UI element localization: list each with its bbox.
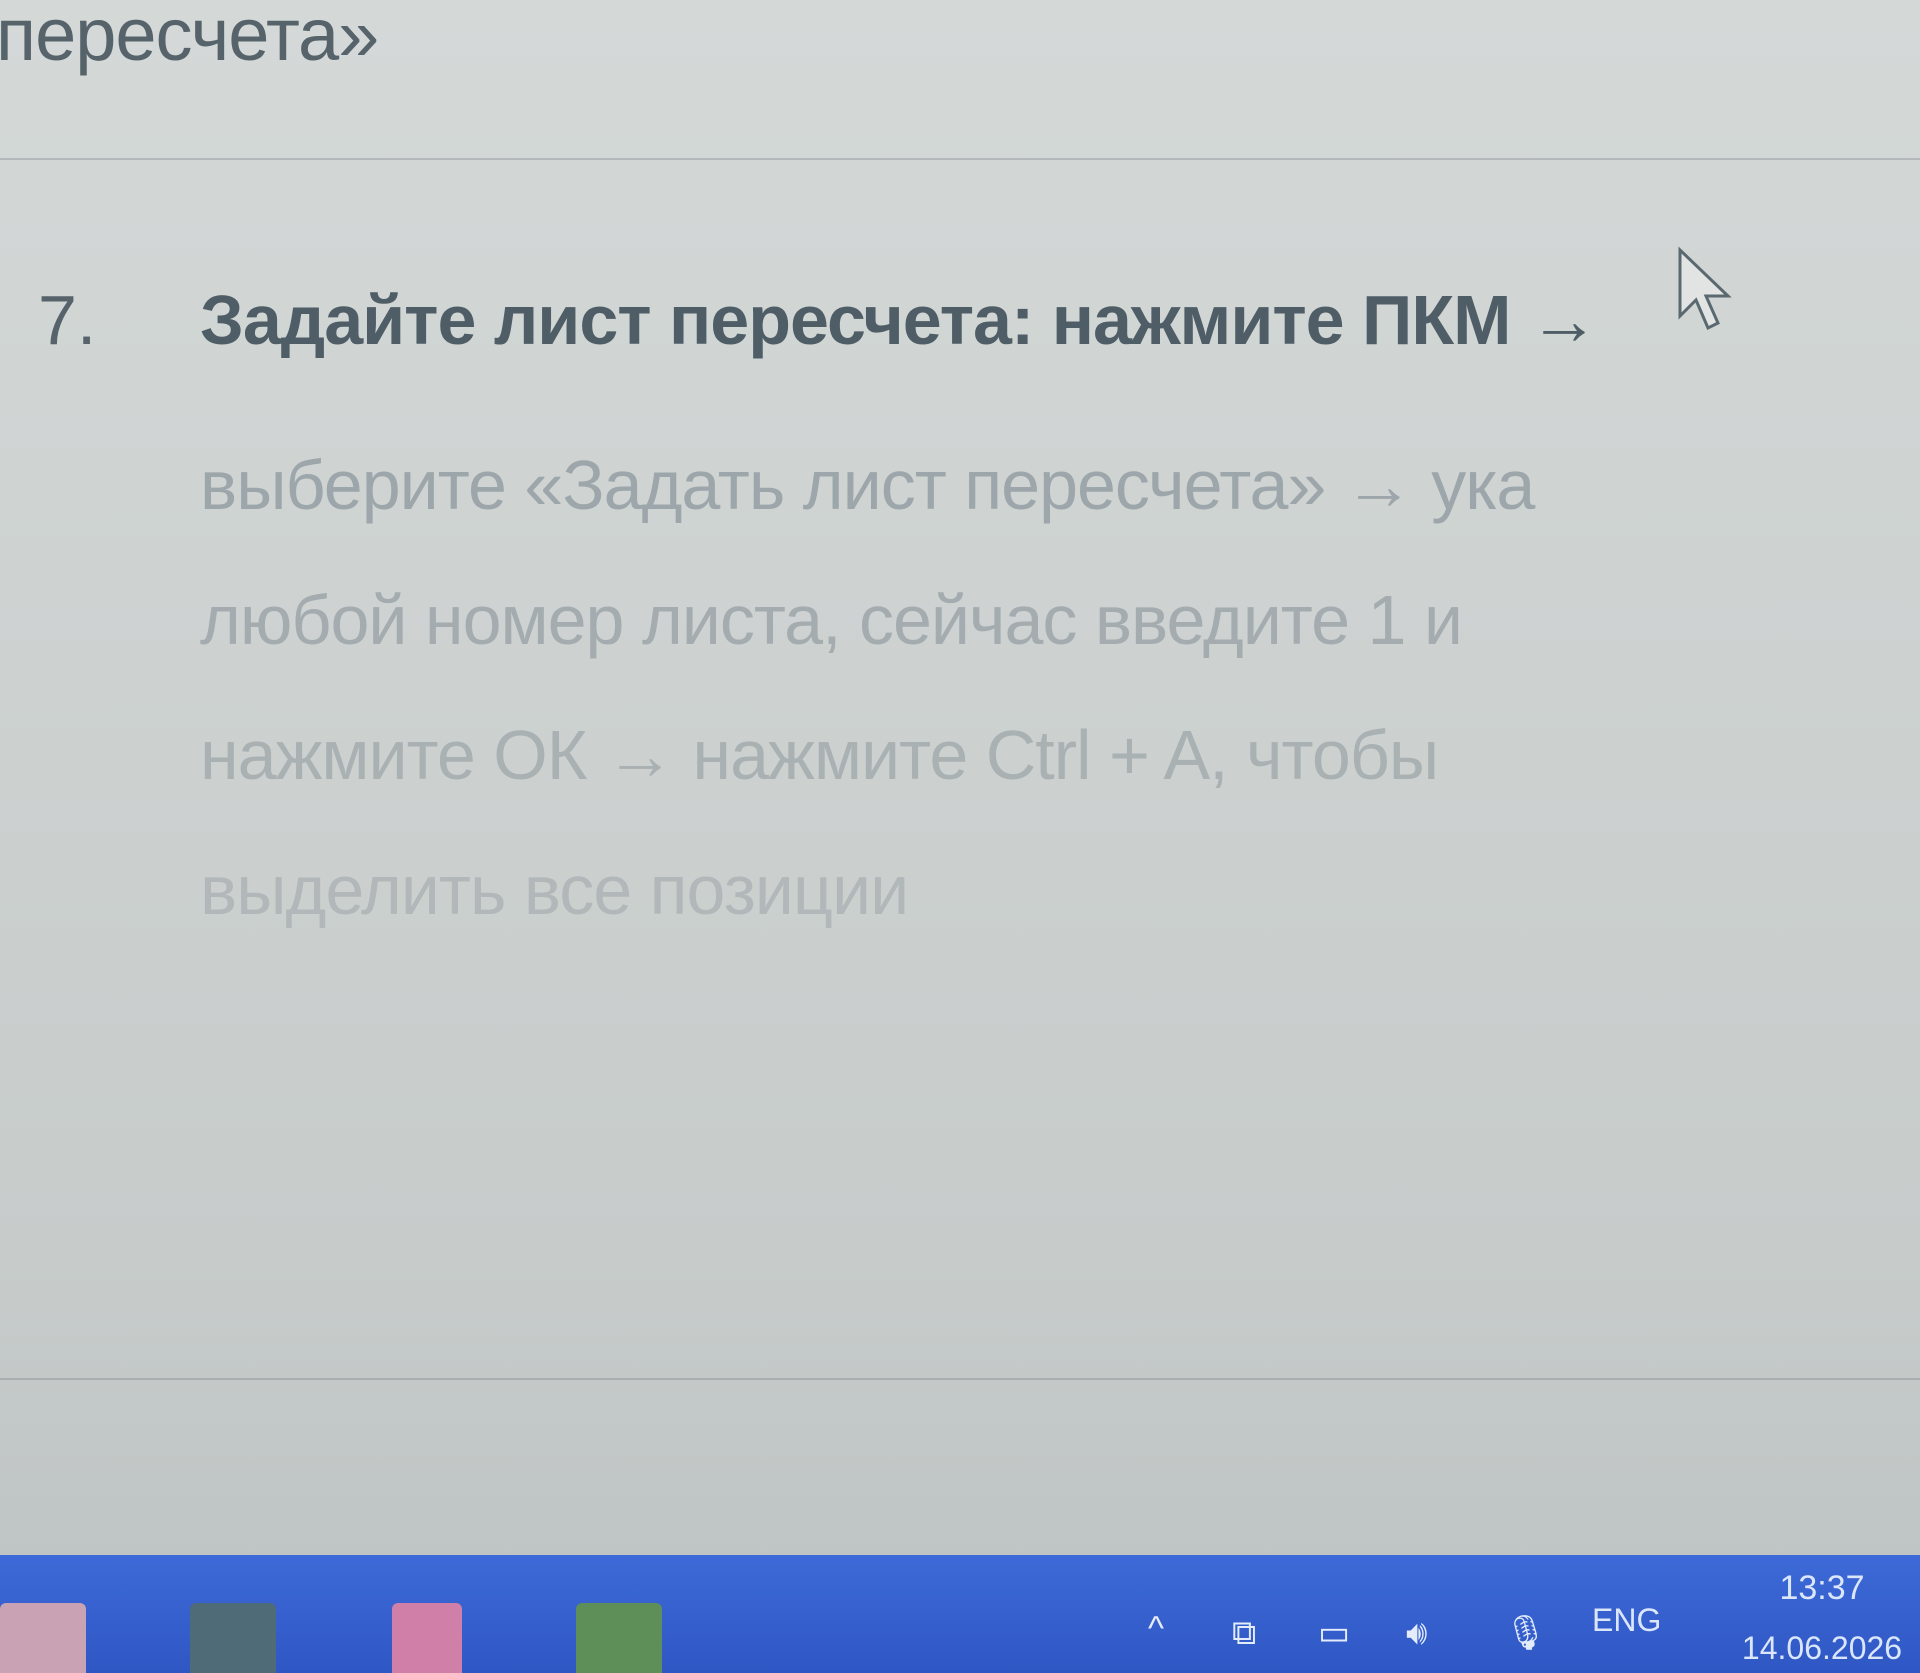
section-divider: [0, 158, 1920, 160]
mouse-pointer-icon: [1678, 246, 1732, 331]
previous-line-text: пересчета»: [0, 0, 379, 76]
network-icon[interactable]: ▭: [1318, 1613, 1350, 1653]
step-text-line-3: любой номер листа, сейчас введите 1 и: [200, 581, 1463, 659]
taskbar: ^ ⧉ ▭ 🔊︎ 🎙︎ ENG 13:37 14.06.2026: [0, 1555, 1920, 1673]
meet-now-icon[interactable]: ⧉: [1232, 1614, 1256, 1653]
taskbar-app-1[interactable]: [0, 1603, 86, 1673]
step-text-line-4: нажмите ОК → нажмите Ctrl + A, чтобы: [200, 716, 1439, 794]
input-language-indicator[interactable]: ENG: [1592, 1602, 1661, 1639]
taskbar-app-4[interactable]: [576, 1603, 662, 1673]
clock-date: 14.06.2026: [1741, 1630, 1903, 1666]
screen: пересчета» 7. Задайте лист пересчета: на…: [0, 0, 1920, 1673]
step-number: 7.: [38, 281, 97, 359]
step-text-line-5: выделить все позиции: [200, 851, 909, 929]
system-clock[interactable]: 13:37 14.06.2026: [1722, 1569, 1920, 1667]
taskbar-app-3[interactable]: [392, 1603, 462, 1673]
show-hidden-icons-chevron-icon[interactable]: ^: [1148, 1610, 1164, 1649]
taskbar-app-2[interactable]: [190, 1603, 276, 1673]
volume-icon[interactable]: 🔊︎: [1406, 1614, 1427, 1653]
step-text-line-2: выберите «Задать лист пересчета» → ука: [200, 446, 1535, 524]
page-bottom-divider: [0, 1378, 1920, 1380]
document-page: пересчета» 7. Задайте лист пересчета: на…: [0, 0, 1920, 1560]
clock-time: 13:37: [1779, 1569, 1865, 1607]
microphone-icon[interactable]: 🎙︎: [1504, 1613, 1547, 1653]
step-text-line-1: Задайте лист пересчета: нажмите ПКМ →: [200, 281, 1599, 359]
